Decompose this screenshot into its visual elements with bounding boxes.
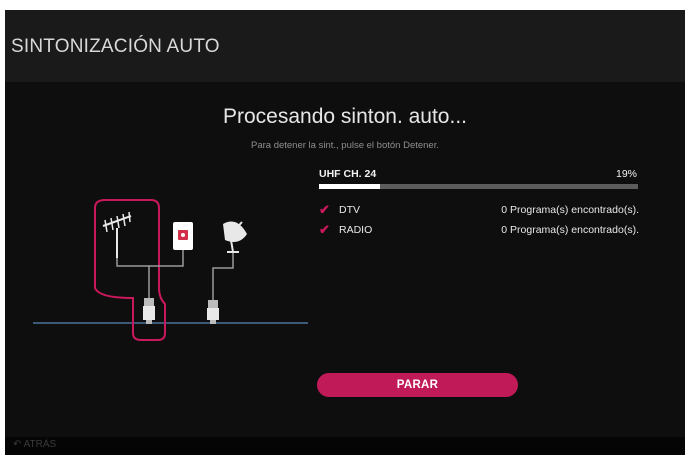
satellite-cable	[212, 252, 234, 300]
progress-percent: 19%	[615, 168, 637, 180]
service-count: 0 Programa(s) encontrado(s).	[501, 204, 639, 216]
service-label: RADIO	[339, 224, 373, 236]
check-icon: ✔	[319, 202, 330, 217]
back-arrow-icon: ↶	[13, 439, 22, 450]
progress-fill	[319, 184, 380, 189]
wall-socket-icon	[173, 222, 193, 250]
result-row-dtv: ✔ DTV 0 Programa(s) encontrado(s).	[319, 202, 639, 218]
channel-label: UHF CH. 24	[319, 168, 377, 180]
satellite-dish-icon	[223, 221, 247, 253]
status-heading: Procesando sinton. auto...	[223, 105, 467, 128]
page-title: SINTONIZACIÓN AUTO	[11, 36, 220, 57]
connection-diagram	[33, 199, 308, 341]
service-count: 0 Programa(s) encontrado(s).	[501, 224, 639, 236]
connector-icon	[207, 300, 219, 324]
service-label: DTV	[339, 204, 360, 216]
connector-icon	[143, 298, 155, 324]
check-icon: ✔	[319, 222, 330, 237]
back-button[interactable]: ↶ ATRÁS	[13, 439, 56, 450]
back-label: ATRÁS	[23, 439, 57, 450]
header-bar: SINTONIZACIÓN AUTO	[5, 10, 685, 82]
tv-screen: SINTONIZACIÓN AUTO Procesando sinton. au…	[5, 10, 685, 455]
progress-bar	[319, 184, 638, 189]
footer-bar: ↶ ATRÁS	[5, 437, 685, 455]
wall-cable	[149, 250, 184, 267]
result-row-radio: ✔ RADIO 0 Programa(s) encontrado(s).	[319, 222, 639, 238]
stop-button[interactable]: PARAR	[317, 373, 518, 397]
status-hint: Para detener la sint., pulse el botón De…	[250, 140, 439, 151]
antenna-cable	[116, 258, 150, 298]
antenna-icon	[102, 211, 132, 258]
